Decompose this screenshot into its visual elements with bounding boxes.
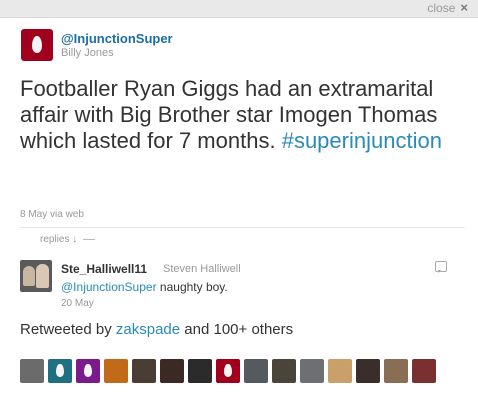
reply-username[interactable]: Ste_Halliwell11 [61,262,147,276]
replies-dash [83,239,96,240]
reply-date: 20 May [61,298,94,309]
retweet-summary: Retweeted by zakspade and 100+ others [20,321,293,338]
photo-avatar[interactable] [160,359,184,383]
reply-icon[interactable] [435,261,447,273]
reply-mention[interactable]: @InjunctionSuper [61,280,157,294]
reply-text: @InjunctionSuper naughty boy. [61,280,228,294]
photo-avatar[interactable] [356,359,380,383]
photo-avatar[interactable] [272,359,296,383]
photo-avatar[interactable] [132,359,156,383]
photo-avatar[interactable] [300,359,324,383]
tweet-meta: 8 May via web [20,209,84,220]
retweet-prefix: Retweeted by [20,321,112,338]
photo-avatar[interactable] [104,359,128,383]
egg-avatar[interactable] [76,359,100,383]
cat-avatar[interactable] [20,359,44,383]
photo-avatar[interactable] [244,359,268,383]
author-handle[interactable]: @InjunctionSuper [61,31,173,46]
reply-fullname: Steven Halliwell [163,263,241,275]
retweet-user-link[interactable]: zakspade [116,321,180,338]
tweet-text: Footballer Ryan Giggs had an extramarita… [20,76,460,154]
replies-toggle[interactable]: replies ↓ [40,234,101,245]
retweeter-avatars [20,359,436,383]
egg-avatar[interactable] [216,359,240,383]
photo-avatar[interactable] [328,359,352,383]
photo-avatar[interactable] [384,359,408,383]
hashtag-link[interactable]: #superinjunction [282,128,442,153]
close-label: close [427,1,456,15]
author-name: Billy Jones [61,47,114,59]
photo-avatar[interactable] [412,359,436,383]
close-icon: × [460,0,468,15]
author-avatar[interactable] [21,29,53,61]
photo-avatar[interactable] [188,359,212,383]
reply-avatar[interactable] [20,260,52,292]
reply-body: naughty boy. [159,280,228,294]
close-button[interactable]: close × [427,0,468,16]
egg-avatar[interactable] [48,359,72,383]
divider [20,227,465,228]
retweet-suffix: and 100+ others [184,321,294,338]
replies-label: replies ↓ [40,234,78,245]
top-bar: close × [0,0,478,18]
